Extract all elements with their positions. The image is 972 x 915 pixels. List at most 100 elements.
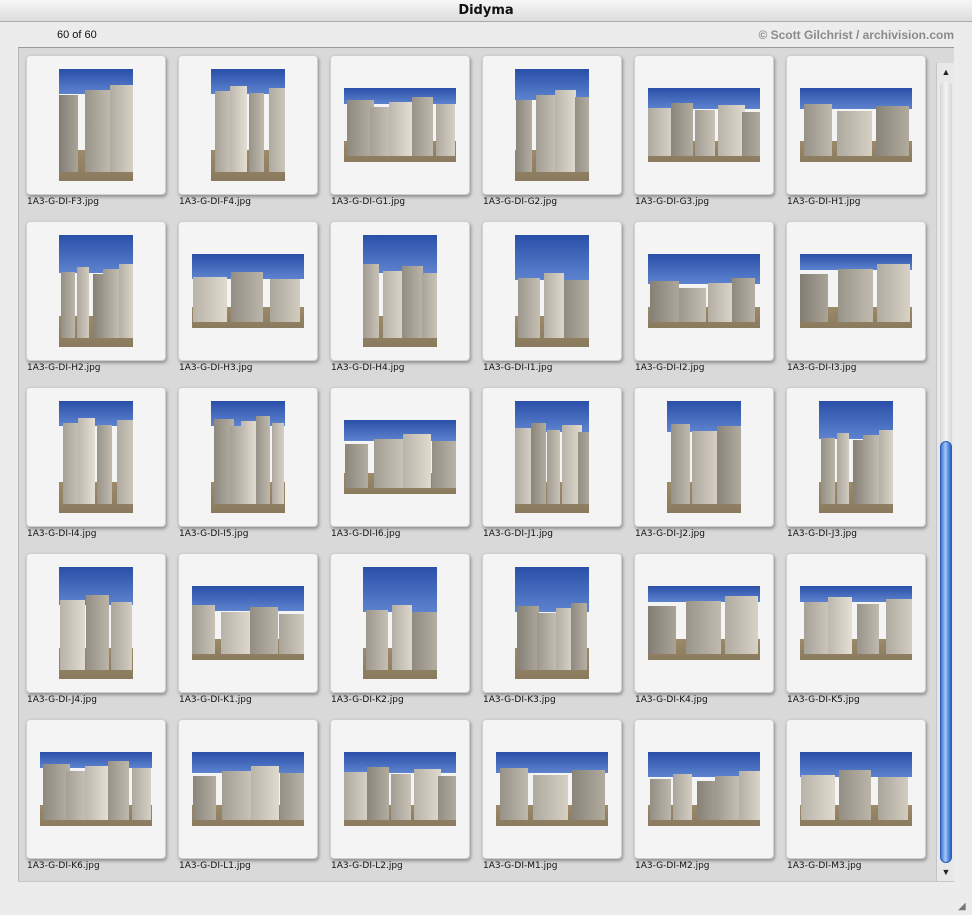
thumbnail-filename: 1A3-G-DI-M2.jpg xyxy=(635,861,710,871)
thumbnail-frame[interactable] xyxy=(330,55,470,195)
thumbnail-filename: 1A3-G-DI-J2.jpg xyxy=(635,529,705,539)
thumbnail-frame[interactable] xyxy=(786,553,926,693)
thumbnail-filename: 1A3-G-DI-M3.jpg xyxy=(787,861,862,871)
thumbnail-item[interactable]: 1A3-G-DI-L1.jpg xyxy=(171,712,323,878)
thumbnail-item[interactable]: 1A3-G-DI-L2.jpg xyxy=(323,712,475,878)
thumbnail-frame[interactable] xyxy=(26,719,166,859)
thumbnail-frame[interactable] xyxy=(26,221,166,361)
thumbnail-image xyxy=(59,69,133,181)
thumbnail-item[interactable]: 1A3-G-DI-K2.jpg xyxy=(323,546,475,712)
thumbnail-image xyxy=(648,88,760,162)
thumbnail-frame[interactable] xyxy=(482,553,622,693)
thumbnail-frame[interactable] xyxy=(178,553,318,693)
thumbnail-item[interactable]: 1A3-G-DI-F4.jpg xyxy=(171,48,323,214)
thumbnail-frame[interactable] xyxy=(26,387,166,527)
window-title-bar[interactable]: Didyma xyxy=(0,0,972,22)
thumbnail-item[interactable]: 1A3-G-DI-H3.jpg xyxy=(171,214,323,380)
thumbnail-image xyxy=(59,401,133,513)
thumbnail-image xyxy=(192,752,304,826)
thumbnail-filename: 1A3-G-DI-F4.jpg xyxy=(179,197,251,207)
thumbnail-filename: 1A3-G-DI-F3.jpg xyxy=(27,197,99,207)
thumbnail-frame[interactable] xyxy=(330,387,470,527)
thumbnail-item[interactable]: 1A3-G-DI-I5.jpg xyxy=(171,380,323,546)
thumbnail-frame[interactable] xyxy=(634,221,774,361)
thumbnail-item[interactable]: 1A3-G-DI-G3.jpg xyxy=(627,48,779,214)
thumbnail-item[interactable]: 1A3-G-DI-I3.jpg xyxy=(779,214,931,380)
thumbnail-image xyxy=(515,567,589,679)
thumbnail-filename: 1A3-G-DI-K3.jpg xyxy=(483,695,556,705)
thumbnail-item[interactable]: 1A3-G-DI-H4.jpg xyxy=(323,214,475,380)
thumbnail-item[interactable]: 1A3-G-DI-G2.jpg xyxy=(475,48,627,214)
thumbnail-frame[interactable] xyxy=(786,719,926,859)
thumbnail-item[interactable]: 1A3-G-DI-I2.jpg xyxy=(627,214,779,380)
thumbnail-item[interactable]: 1A3-G-DI-K4.jpg xyxy=(627,546,779,712)
thumbnail-item[interactable]: 1A3-G-DI-M3.jpg xyxy=(779,712,931,878)
thumbnail-frame[interactable] xyxy=(26,553,166,693)
thumbnail-frame[interactable] xyxy=(26,55,166,195)
thumbnail-filename: 1A3-G-DI-H1.jpg xyxy=(787,197,861,207)
thumbnail-image xyxy=(363,235,437,347)
thumbnail-frame[interactable] xyxy=(634,387,774,527)
thumbnail-item[interactable]: 1A3-G-DI-J2.jpg xyxy=(627,380,779,546)
thumbnail-image xyxy=(515,401,589,513)
thumbnail-filename: 1A3-G-DI-K4.jpg xyxy=(635,695,708,705)
thumbnail-image xyxy=(648,586,760,660)
scroll-thumb[interactable] xyxy=(940,440,952,863)
thumbnail-frame[interactable] xyxy=(178,221,318,361)
thumbnail-filename: 1A3-G-DI-I5.jpg xyxy=(179,529,249,539)
thumbnail-frame[interactable] xyxy=(482,55,622,195)
thumbnail-frame[interactable] xyxy=(330,221,470,361)
thumbnail-item[interactable]: 1A3-G-DI-F3.jpg xyxy=(19,48,171,214)
thumbnail-item[interactable]: 1A3-G-DI-I6.jpg xyxy=(323,380,475,546)
thumbnail-filename: 1A3-G-DI-H4.jpg xyxy=(331,363,405,373)
vertical-scrollbar[interactable]: ▲ ▼ xyxy=(936,63,954,881)
thumbnail-frame[interactable] xyxy=(482,719,622,859)
thumbnail-item[interactable]: 1A3-G-DI-K1.jpg xyxy=(171,546,323,712)
thumbnail-item[interactable]: 1A3-G-DI-I1.jpg xyxy=(475,214,627,380)
thumbnail-image xyxy=(496,752,608,826)
thumbnail-frame[interactable] xyxy=(634,55,774,195)
thumbnail-item[interactable]: 1A3-G-DI-J3.jpg xyxy=(779,380,931,546)
thumbnail-filename: 1A3-G-DI-L2.jpg xyxy=(331,861,403,871)
thumbnail-item[interactable]: 1A3-G-DI-J1.jpg xyxy=(475,380,627,546)
thumbnail-image xyxy=(344,420,456,494)
thumbnail-image xyxy=(667,401,741,513)
thumbnail-frame[interactable] xyxy=(330,719,470,859)
thumbnail-item[interactable]: 1A3-G-DI-H1.jpg xyxy=(779,48,931,214)
thumbnail-image xyxy=(648,254,760,328)
thumbnail-frame[interactable] xyxy=(178,387,318,527)
thumbnail-item[interactable]: 1A3-G-DI-G1.jpg xyxy=(323,48,475,214)
thumbnail-frame[interactable] xyxy=(178,55,318,195)
thumbnail-item[interactable]: 1A3-G-DI-M2.jpg xyxy=(627,712,779,878)
thumbnail-filename: 1A3-G-DI-H2.jpg xyxy=(27,363,101,373)
thumbnail-image xyxy=(344,88,456,162)
thumbnail-filename: 1A3-G-DI-G2.jpg xyxy=(483,197,558,207)
thumbnail-item[interactable]: 1A3-G-DI-J4.jpg xyxy=(19,546,171,712)
thumbnail-frame[interactable] xyxy=(482,387,622,527)
thumbnail-frame[interactable] xyxy=(634,719,774,859)
thumbnail-filename: 1A3-G-DI-I2.jpg xyxy=(635,363,705,373)
thumbnail-item[interactable]: 1A3-G-DI-H2.jpg xyxy=(19,214,171,380)
thumbnail-item[interactable]: 1A3-G-DI-K3.jpg xyxy=(475,546,627,712)
thumbnail-image xyxy=(800,752,912,826)
thumbnail-item[interactable]: 1A3-G-DI-K6.jpg xyxy=(19,712,171,878)
thumbnail-frame[interactable] xyxy=(634,553,774,693)
thumbnail-frame[interactable] xyxy=(786,55,926,195)
thumbnail-frame[interactable] xyxy=(786,221,926,361)
thumbnail-filename: 1A3-G-DI-M1.jpg xyxy=(483,861,558,871)
thumbnail-item[interactable]: 1A3-G-DI-I4.jpg xyxy=(19,380,171,546)
thumbnail-frame[interactable] xyxy=(786,387,926,527)
resize-grip-icon[interactable]: ◢ xyxy=(958,901,970,913)
scroll-up-arrow-icon[interactable]: ▲ xyxy=(941,67,951,77)
thumbnail-image xyxy=(59,567,133,679)
thumbnail-frame[interactable] xyxy=(330,553,470,693)
thumbnail-item[interactable]: 1A3-G-DI-M1.jpg xyxy=(475,712,627,878)
thumbnail-filename: 1A3-G-DI-I1.jpg xyxy=(483,363,553,373)
thumbnail-browser: 1A3-G-DI-F3.jpg 1A3-G-DI-F4.jpg 1A3-G-DI-G… xyxy=(18,47,954,881)
thumbnail-filename: 1A3-G-DI-I6.jpg xyxy=(331,529,401,539)
thumbnail-filename: 1A3-G-DI-K1.jpg xyxy=(179,695,252,705)
thumbnail-item[interactable]: 1A3-G-DI-K5.jpg xyxy=(779,546,931,712)
scroll-down-arrow-icon[interactable]: ▼ xyxy=(941,867,951,877)
thumbnail-frame[interactable] xyxy=(482,221,622,361)
thumbnail-frame[interactable] xyxy=(178,719,318,859)
